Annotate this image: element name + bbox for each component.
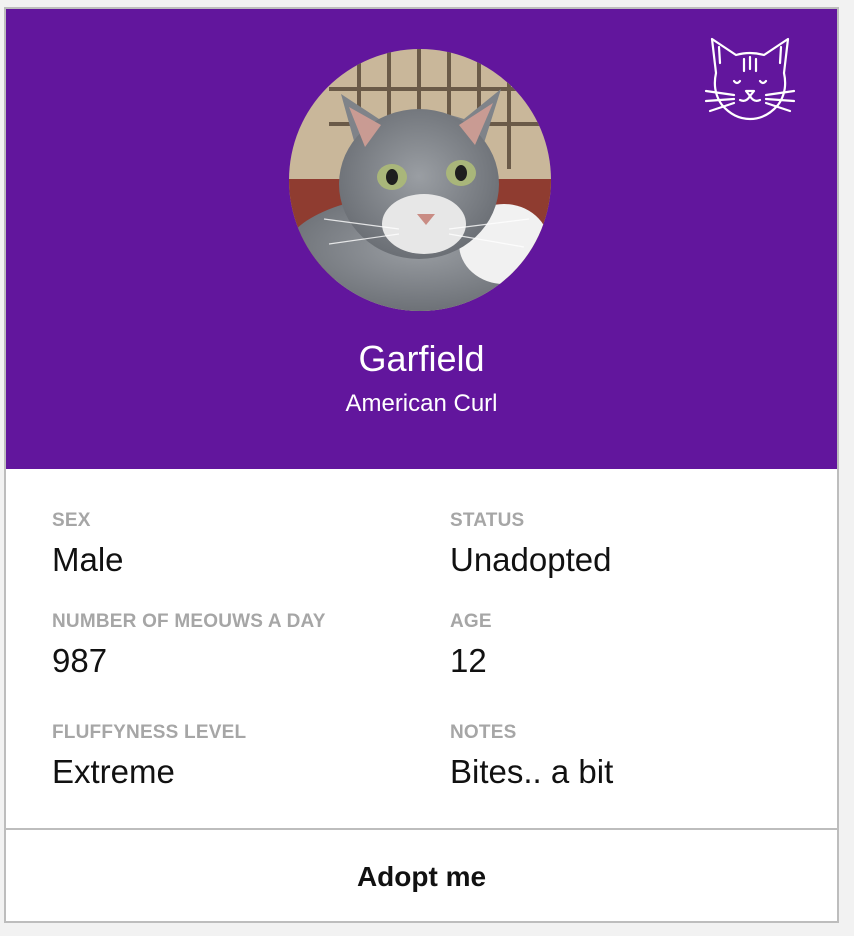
notes-value: Bites.. a bit <box>450 753 614 790</box>
notes-label: NOTES <box>450 722 517 743</box>
notes-field: NOTES Bites.. a bit <box>450 722 613 792</box>
age-field: AGE 12 <box>450 611 492 681</box>
cat-photo <box>289 49 551 311</box>
meows-label: NUMBER OF MEOUWS A DAY <box>52 611 326 632</box>
status-value: Unadopted <box>450 541 612 578</box>
age-label: AGE <box>450 611 492 632</box>
sex-label: SEX <box>52 510 91 531</box>
status-label: STATUS <box>450 510 525 531</box>
meows-value: 987 <box>52 642 108 679</box>
fluffyness-label: FLUFFYNESS LEVEL <box>52 722 247 743</box>
cat-face-icon <box>704 33 796 127</box>
cat-profile-card: Garfield American Curl SEX Male STATUS U… <box>4 7 839 923</box>
cat-breed: American Curl <box>345 390 498 417</box>
profile-header: Garfield American Curl <box>6 9 837 469</box>
sex-field: SEX Male <box>52 510 124 580</box>
adopt-me-button[interactable]: Adopt me <box>6 830 837 921</box>
sex-value: Male <box>52 541 124 578</box>
fluffyness-value: Extreme <box>52 753 175 790</box>
cat-name: Garfield <box>358 338 485 379</box>
status-field: STATUS Unadopted <box>450 510 611 580</box>
fluffyness-field: FLUFFYNESS LEVEL Extreme <box>52 722 246 792</box>
meows-field: NUMBER OF MEOUWS A DAY 987 <box>52 611 326 681</box>
age-value: 12 <box>450 642 487 679</box>
